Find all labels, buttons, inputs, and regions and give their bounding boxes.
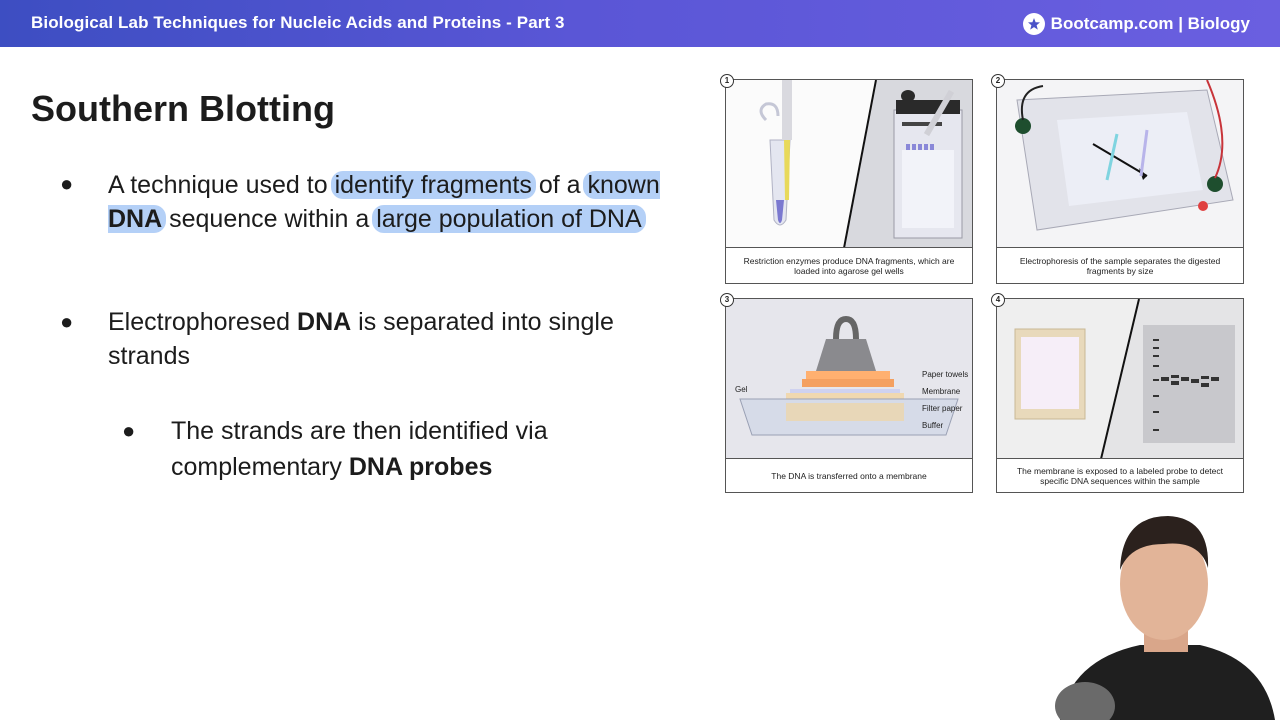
- figure-panel-2: 2 Electrophoresis of the sample separate…: [991, 74, 1244, 284]
- label-gel: Gel: [735, 385, 748, 394]
- text-run: A technique used to: [108, 171, 335, 199]
- bold-term: DNA: [108, 205, 163, 233]
- sub-bullet-probes: The strands are then identified via comp…: [171, 413, 641, 485]
- highlight: large population of DNA: [372, 205, 646, 233]
- bootcamp-star-logo-icon: [1022, 13, 1045, 35]
- step-number-badge: 3: [720, 293, 734, 307]
- step-number-badge: 1: [720, 74, 734, 88]
- brand: Bootcamp.com | Biology: [1022, 11, 1250, 37]
- text-run: sequence within a: [162, 205, 377, 233]
- bullet-dot: ●: [60, 309, 74, 334]
- text-run: Electrophoresed: [108, 308, 298, 336]
- step-number-badge: 4: [991, 293, 1005, 307]
- bullet-definition: A technique used to identify fragments o…: [108, 168, 688, 236]
- bullet-separation: Electrophoresed DNA is separated into si…: [108, 305, 698, 373]
- label-membrane: Membrane: [922, 387, 961, 396]
- panel-1-illustration: [726, 80, 972, 247]
- sub-bullet-dot: ●: [122, 418, 136, 443]
- figure-panel-4: 4 The membrane is exposed to a labeled p…: [991, 293, 1244, 493]
- text-run: of a: [531, 171, 588, 199]
- header-bar: Biological Lab Techniques for Nucleic Ac…: [0, 0, 1280, 47]
- step-number-badge: 2: [991, 74, 1005, 88]
- bold-term: DNA: [297, 308, 352, 336]
- figure-panel-3: Paper towels Gel Membrane Filter paper B…: [720, 293, 973, 493]
- panel-3-caption: The DNA is transferred onto a membrane: [726, 458, 972, 492]
- panel-2-illustration: [997, 80, 1243, 247]
- panel-4-caption: The membrane is exposed to a labeled pro…: [997, 458, 1243, 492]
- bold-term: DNA probes: [348, 453, 493, 481]
- label-filter-paper: Filter paper: [922, 404, 963, 413]
- text-run: known: [587, 171, 660, 199]
- lecture-title: Biological Lab Techniques for Nucleic Ac…: [31, 13, 565, 32]
- panel-2-caption: Electrophoresis of the sample separates …: [997, 247, 1243, 283]
- presenter-webcam: [1050, 510, 1280, 720]
- brand-label: Bootcamp.com | Biology: [1050, 14, 1250, 33]
- figure-panel-1: 1 Restriction enzymes produce DNA fragme…: [720, 74, 973, 284]
- highlight: identify fragments: [330, 171, 536, 199]
- panel-4-illustration: [997, 299, 1243, 458]
- label-paper-towels: Paper towels: [922, 370, 969, 379]
- label-buffer: Buffer: [922, 421, 944, 430]
- slide-heading: Southern Blotting: [31, 88, 335, 129]
- panel-1-caption: Restriction enzymes produce DNA fragment…: [726, 247, 972, 283]
- bullet-dot: ●: [60, 171, 74, 196]
